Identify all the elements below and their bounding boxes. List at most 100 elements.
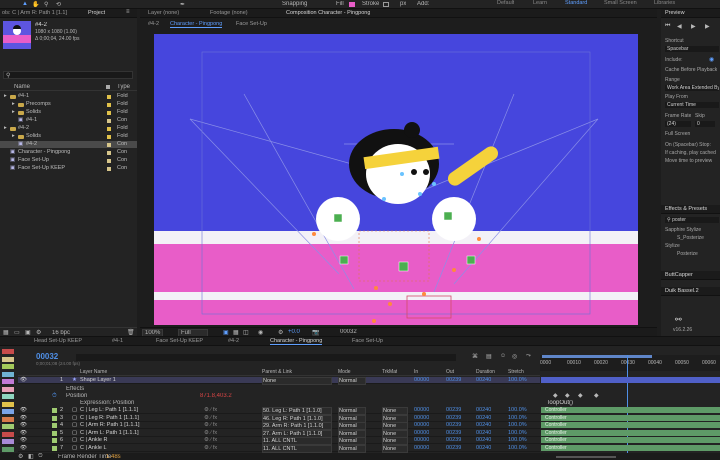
mode-header[interactable]: Mode [338,369,351,375]
snapping-checkbox[interactable]: Snapping [282,1,307,7]
out-value[interactable]: 00239 [446,415,461,421]
stylize-folder[interactable]: Stylize [665,243,680,249]
region-of-interest-icon[interactable]: ▣ [223,329,229,336]
mode-dropdown[interactable]: Normal [338,377,366,385]
in-value[interactable]: 00000 [414,377,429,383]
layer-duration-bar[interactable]: Controller [541,414,720,421]
project-item-folder[interactable]: ▸ Precomps Fold [0,101,137,108]
footage-tab[interactable]: Footage (none) [210,10,248,16]
posterize-effect[interactable]: Posterize [677,251,698,257]
graph-editor-icon[interactable]: ⤳ [526,353,531,360]
new-folder-icon[interactable]: ▭ [14,329,20,336]
comp-flowchart-icon[interactable]: ⌘ [472,353,478,360]
snapshot-icon[interactable]: 📷 [312,329,319,336]
settings-icon[interactable]: ⚙ [36,329,41,336]
comp-canvas[interactable] [154,34,638,325]
trkmat-header[interactable]: TrkMat [382,369,397,375]
crumb-character-pingpong[interactable]: Character - Pingpong [170,21,223,28]
label-color-swatch[interactable] [2,409,14,414]
viewer-timecode[interactable]: 00032 [340,329,357,335]
stretch-value[interactable]: 100.0% [508,445,527,451]
shape-layer-bar[interactable] [541,377,720,383]
work-area-bar[interactable] [542,355,652,358]
project-item-folder[interactable]: ▸ #4-1 Fold [0,93,137,100]
timeline-tab[interactable]: Character - Pingpong [270,338,323,345]
visibility-icon[interactable]: 👁 [20,430,27,436]
switches-icon[interactable]: ⚙ ∕ fx [204,430,217,436]
in-value[interactable]: 00000 [414,407,429,413]
duration-value[interactable]: 00240 [476,437,491,443]
chevron-right-icon[interactable]: ▸ [12,101,15,107]
out-value[interactable]: 00239 [446,422,461,428]
label-color-swatch[interactable] [2,416,14,422]
label-color-swatch[interactable] [107,126,111,131]
stretch-value[interactable]: 100.0% [508,437,527,443]
layer-label-color[interactable] [52,438,57,443]
keyframe-icon[interactable]: ◆ [553,392,558,399]
channel-icon[interactable]: ◉ [258,329,263,336]
shortcut-dropdown[interactable]: Spacebar [665,46,719,52]
visibility-icon[interactable]: 👁 [20,422,27,428]
layer-name[interactable]: C | Leg L: Path 1 [1.1.1] [80,407,200,413]
sapphire-stylize-folder[interactable]: Sapphire Stylize [665,227,701,233]
position-property[interactable]: Position [66,393,87,399]
effects-presets-tab[interactable]: Effects & Presets [665,206,707,212]
label-color-swatch[interactable] [2,424,14,429]
layer-duration-bar[interactable]: Controller [541,444,720,451]
parent-dropdown[interactable]: None [262,377,332,385]
in-value[interactable]: 00000 [414,437,429,443]
project-item-comp[interactable]: ▣ #4-1 Con [0,117,137,124]
label-color-swatch[interactable] [107,150,111,155]
layer-name-header[interactable]: Layer Name [80,369,107,375]
switches-icon[interactable]: ⚙ ∕ fx [204,422,217,428]
project-item-comp[interactable]: ▣ Character - Pingpong Con [0,149,137,156]
layer-duration-bar[interactable]: Controller [541,429,720,436]
workspace-learn[interactable]: Learn [533,0,547,6]
shy-layers-icon[interactable]: ☺ [500,353,506,359]
current-timecode[interactable]: 00032 [36,352,58,361]
label-color-swatch[interactable] [2,349,14,354]
hand-tool-icon[interactable]: ✋ [32,1,39,8]
shape-layer-row[interactable]: 👁 1 ★ Shape Layer 1 None Normal 00000 00… [18,377,540,385]
timeline-tab[interactable]: Head Set-Up KEEP [34,338,82,344]
add-label[interactable]: Add: [417,1,429,7]
interpret-footage-icon[interactable]: ▦ [3,329,9,336]
stretch-value[interactable]: 100.0% [508,430,527,436]
timeline-tab[interactable]: Face Set-Up [352,338,383,344]
layer-name[interactable]: C | Ankle R [80,437,200,443]
ifcaching-checkbox[interactable]: If caching, play cached [665,150,716,156]
fill-swatch[interactable] [349,2,355,7]
project-item-folder[interactable]: ▸ #4-2 Fold [0,125,137,132]
layer-name[interactable]: C | Leg R: Path 1 [1.1.1] [80,415,200,421]
layer-duration-bar[interactable]: Controller [541,422,720,428]
layer-name[interactable]: Shape Layer 1 [80,377,200,383]
keyframe-icon[interactable]: ◆ [594,392,599,399]
zoom-slider[interactable] [556,456,616,458]
layer-duration-bar[interactable]: Controller [541,437,720,443]
workspace-small-screen[interactable]: Small Screen [604,0,637,6]
out-value[interactable]: 00239 [446,445,461,451]
parent-header[interactable]: Parent & Link [262,369,292,375]
out-value[interactable]: 00239 [446,407,461,413]
label-color-swatch[interactable] [2,394,14,399]
movetime-checkbox[interactable]: Move time to preview [665,158,712,164]
layer-row[interactable]: 👁 3 ▢ C | Leg R: Path 1 [1.1.1] ⚙ ∕ fx 46. Le… [18,414,540,423]
fullscreen-checkbox[interactable]: Full Screen [665,131,690,137]
effects-search-input[interactable]: ⚲ poster [665,217,719,223]
panel-menu-icon[interactable]: ≡ [126,9,130,15]
project-item-comp[interactable]: ▣ Face Set-Up Con [0,157,137,164]
toggle-switches-icon[interactable]: ⚙ [18,453,23,460]
label-color-swatch[interactable] [107,110,111,115]
transparency-grid-icon[interactable]: ▦ [233,329,239,336]
label-color-swatch[interactable] [107,166,111,171]
stroke-px[interactable]: px [400,1,406,7]
zoom-tool-icon[interactable]: ⚲ [44,1,48,8]
layer-row[interactable]: 👁 2 ▢ C | Leg L: Path 1 [1.1.1] ⚙ ∕ fx 50. Le… [18,407,540,415]
new-comp-icon[interactable]: ▣ [25,329,31,336]
workspace-standard[interactable]: Standard [565,0,587,6]
project-item-comp[interactable]: ▣ Face Set-Up KEEP Con [0,165,137,172]
name-column-header[interactable]: Name [14,84,30,90]
visibility-icon[interactable]: 👁 [20,407,27,413]
in-header[interactable]: In [414,369,418,375]
crumb-face-setup[interactable]: Face Set-Up [236,21,267,27]
